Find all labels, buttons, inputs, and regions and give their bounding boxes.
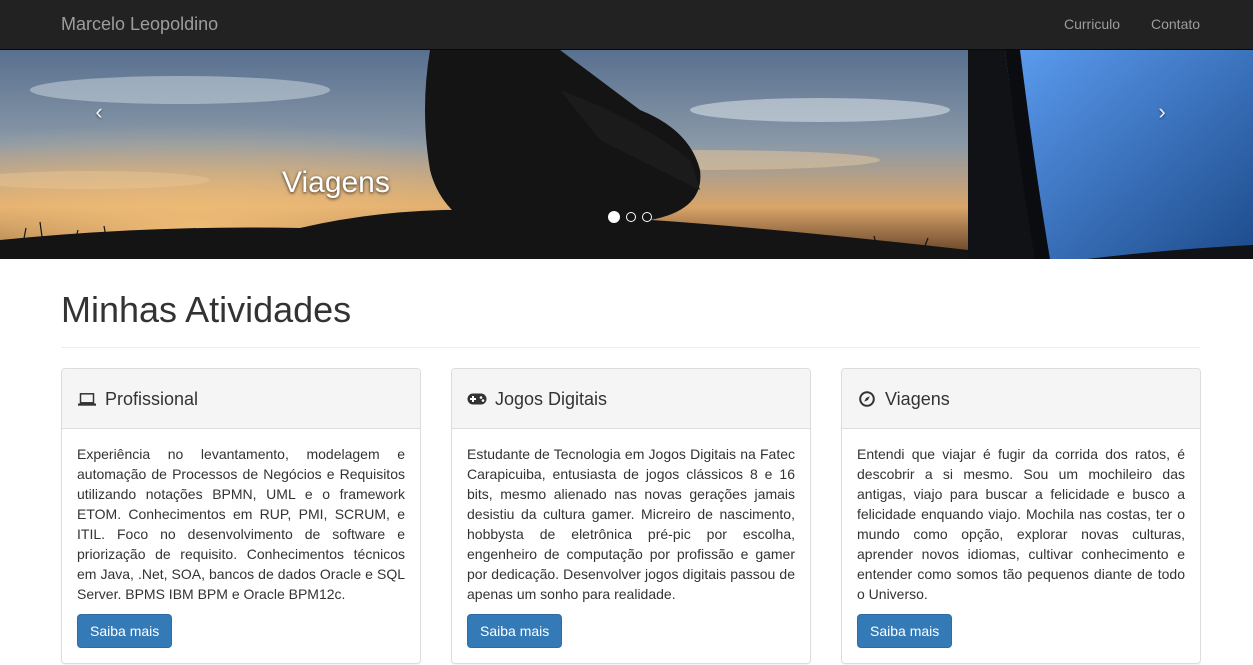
saiba-mais-button[interactable]: Saiba mais: [77, 614, 173, 648]
carousel-indicator-3[interactable]: [642, 212, 652, 222]
panel-heading: Jogos Digitais: [452, 369, 810, 429]
laptop-icon: [77, 391, 97, 407]
brand-link[interactable]: Marcelo Leopoldino: [61, 13, 218, 35]
panel-description: Entendi que viajar é fugir da corrida do…: [857, 446, 1185, 602]
page-title: Minhas Atividades: [61, 289, 352, 330]
panel-body: Estudante de Tecnologia em Jogos Digitai…: [452, 429, 810, 648]
carousel-prev-icon[interactable]: ‹: [79, 92, 119, 132]
panel-title: Viagens: [857, 388, 1185, 410]
panel-title-text: Profissional: [105, 389, 199, 409]
saiba-mais-button[interactable]: Saiba mais: [467, 614, 563, 648]
carousel-indicator-1[interactable]: [608, 211, 620, 223]
panel-profissional: Profissional Experiência no levantamento…: [61, 368, 421, 664]
panel-title-text: Viagens: [885, 389, 950, 409]
panel-body: Experiência no levantamento, modelagem e…: [62, 429, 420, 648]
panel-title: Profissional: [77, 388, 405, 410]
compass-icon: [857, 391, 877, 407]
gamepad-icon: [467, 391, 487, 407]
panel-title: Jogos Digitais: [467, 388, 795, 410]
nav-link-curriculo[interactable]: Curriculo: [1064, 14, 1120, 34]
carousel-indicator-2[interactable]: [626, 212, 636, 222]
panel-jogos-digitais: Jogos Digitais Estudante de Tecnologia e…: [451, 368, 811, 664]
nav-link-contato[interactable]: Contato: [1151, 14, 1200, 34]
carousel-next-icon[interactable]: ›: [1142, 92, 1182, 132]
carousel-caption: Viagens: [282, 166, 390, 199]
panel-viagens: Viagens Entendi que viajar é fugir da co…: [841, 368, 1201, 664]
hero-carousel: ‹ › Viagens: [0, 50, 1253, 259]
navbar: Marcelo Leopoldino Curriculo Contato: [0, 0, 1253, 50]
panel-heading: Viagens: [842, 369, 1200, 429]
panel-heading: Profissional: [62, 369, 420, 429]
panel-title-text: Jogos Digitais: [495, 389, 608, 409]
panel-description: Experiência no levantamento, modelagem e…: [77, 446, 405, 602]
saiba-mais-button[interactable]: Saiba mais: [857, 614, 953, 648]
panel-body: Entendi que viajar é fugir da corrida do…: [842, 429, 1200, 648]
carousel-slide-image: [0, 50, 1253, 259]
panel-description: Estudante de Tecnologia em Jogos Digitai…: [467, 446, 795, 602]
page-header: Minhas Atividades: [61, 290, 1200, 348]
